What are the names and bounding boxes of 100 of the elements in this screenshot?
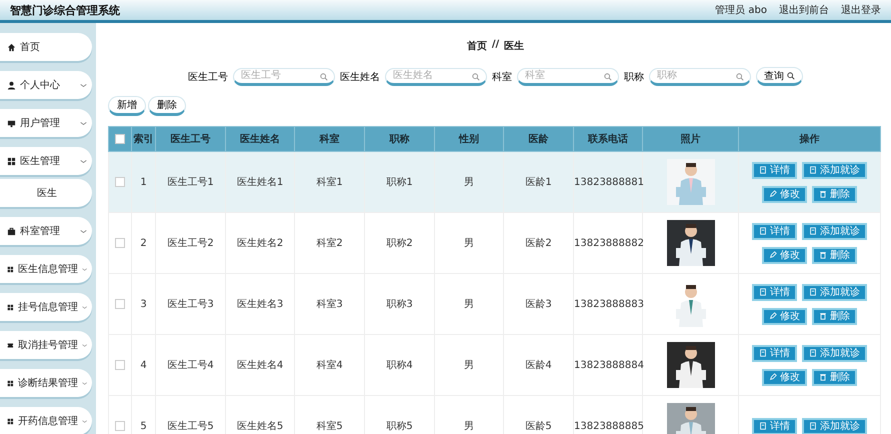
document-icon <box>759 349 767 357</box>
action-button[interactable]: 修改 <box>762 186 807 202</box>
action-button[interactable]: 详情 <box>752 222 797 240</box>
action-button[interactable]: 添加就诊 <box>802 418 867 434</box>
action-button[interactable]: 添加就诊 <box>802 344 867 362</box>
table-cell: 职称2 <box>364 212 434 274</box>
row-checkbox[interactable] <box>115 420 125 431</box>
add-button[interactable]: 新增 <box>108 96 146 116</box>
table-cell: 医生姓名2 <box>226 212 294 274</box>
document-icon <box>809 227 817 235</box>
menu-item[interactable]: 个人中心 <box>0 71 92 99</box>
chevron-down-icon <box>82 266 87 272</box>
action-button[interactable]: 添加就诊 <box>802 162 867 178</box>
search-icon <box>604 72 612 80</box>
submenu-item[interactable]: 医生 <box>0 179 92 207</box>
trash-icon <box>819 251 827 259</box>
table-cell: 科室2 <box>294 212 364 274</box>
table-cell: 男 <box>434 152 504 212</box>
action-button[interactable]: 详情 <box>752 162 797 178</box>
table-cell: 13823888883 <box>574 274 642 334</box>
table-cell: 医龄2 <box>504 212 574 274</box>
action-button[interactable]: 删除 <box>812 246 857 264</box>
action-button[interactable]: 修改 <box>762 246 807 264</box>
action-button[interactable]: 修改 <box>762 368 807 386</box>
search-field[interactable]: 医生姓名 <box>385 68 487 86</box>
table-cell: 科室4 <box>294 334 364 396</box>
chevron-down-icon <box>82 342 87 348</box>
action-button[interactable]: 删除 <box>812 308 857 324</box>
pen-icon <box>769 251 777 259</box>
field-label: 医生姓名 <box>340 70 380 84</box>
action-button[interactable]: 删除 <box>812 368 857 386</box>
search-icon <box>736 72 744 80</box>
header-link[interactable]: 退出登录 <box>841 3 881 17</box>
search-field[interactable]: 医生工号 <box>233 68 335 86</box>
user-label: 管理员 abo <box>715 4 767 17</box>
search-field[interactable]: 职称 <box>649 68 751 86</box>
table-cell: 医龄3 <box>504 274 574 334</box>
breadcrumb-item: 医生 <box>504 40 524 53</box>
action-button[interactable]: 修改 <box>762 308 807 324</box>
row-checkbox[interactable] <box>115 298 125 309</box>
menu-item[interactable]: 开药信息管理 <box>0 407 92 434</box>
table-cell: 3 <box>132 274 156 334</box>
menu-item[interactable]: 首页 <box>0 33 92 61</box>
table-cell: 科室3 <box>294 274 364 334</box>
table-cell: 男 <box>434 334 504 396</box>
action-button[interactable]: 详情 <box>752 344 797 362</box>
table-cell: 13823888884 <box>574 334 642 396</box>
app-title: 智慧门诊综合管理系统 <box>10 2 120 18</box>
menu-item[interactable]: 取消挂号管理 <box>0 331 92 359</box>
column-header: 医生工号 <box>156 126 226 152</box>
table-cell: 男 <box>434 274 504 334</box>
breadcrumb-separator: // <box>492 39 500 52</box>
field-label: 科室 <box>492 70 512 84</box>
table-cell: 2 <box>132 212 156 274</box>
row-checkbox[interactable] <box>115 238 125 248</box>
menu-item[interactable]: 医生信息管理 <box>0 255 92 283</box>
action-button[interactable]: 详情 <box>752 418 797 434</box>
home-icon <box>7 42 16 52</box>
trash-icon <box>819 373 827 381</box>
table-cell: 职称3 <box>364 274 434 334</box>
menu-item[interactable]: 诊断结果管理 <box>0 369 92 397</box>
search-icon <box>472 72 480 80</box>
search-field[interactable]: 科室 <box>517 68 619 86</box>
table-cell: 13823888882 <box>574 212 642 274</box>
chevron-down-icon <box>80 158 87 164</box>
column-header: 医龄 <box>504 126 574 152</box>
document-icon <box>759 166 767 174</box>
table-cell: 医龄1 <box>504 152 574 212</box>
table-cell: 医生工号4 <box>156 334 226 396</box>
document-icon <box>809 288 817 296</box>
column-header: 性别 <box>434 126 504 152</box>
column-header: 操作 <box>738 126 880 152</box>
grid-icon <box>7 378 14 388</box>
menu-item[interactable]: 科室管理 <box>0 217 92 245</box>
chevron-down-icon <box>80 82 87 88</box>
menu-item[interactable]: 医生管理 <box>0 147 92 175</box>
trash-icon <box>819 312 827 320</box>
action-button[interactable]: 添加就诊 <box>802 222 867 240</box>
table-cell: 职称4 <box>364 334 434 396</box>
person-icon <box>7 80 16 90</box>
delete-button[interactable]: 删除 <box>148 96 186 116</box>
card-icon <box>7 118 16 128</box>
row-checkbox[interactable] <box>115 176 125 187</box>
menu-item[interactable]: 挂号信息管理 <box>0 293 92 321</box>
grid-icon <box>7 264 14 274</box>
table-cell: 医龄4 <box>504 334 574 396</box>
table-cell: 医生工号1 <box>156 152 226 212</box>
action-button[interactable]: 删除 <box>812 186 857 202</box>
column-header: 索引 <box>132 126 156 152</box>
grid-icon <box>7 302 14 312</box>
action-button[interactable]: 详情 <box>752 284 797 300</box>
briefcase-icon <box>7 226 16 236</box>
header-link[interactable]: 退出到前台 <box>779 3 829 17</box>
menu-item[interactable]: 用户管理 <box>0 109 92 137</box>
row-checkbox[interactable] <box>115 360 125 370</box>
select-all-checkbox[interactable] <box>115 134 125 144</box>
chevron-down-icon <box>80 120 87 126</box>
action-button[interactable]: 添加就诊 <box>802 284 867 300</box>
query-button[interactable]: 查询 <box>756 67 803 86</box>
table-cell: 男 <box>434 212 504 274</box>
